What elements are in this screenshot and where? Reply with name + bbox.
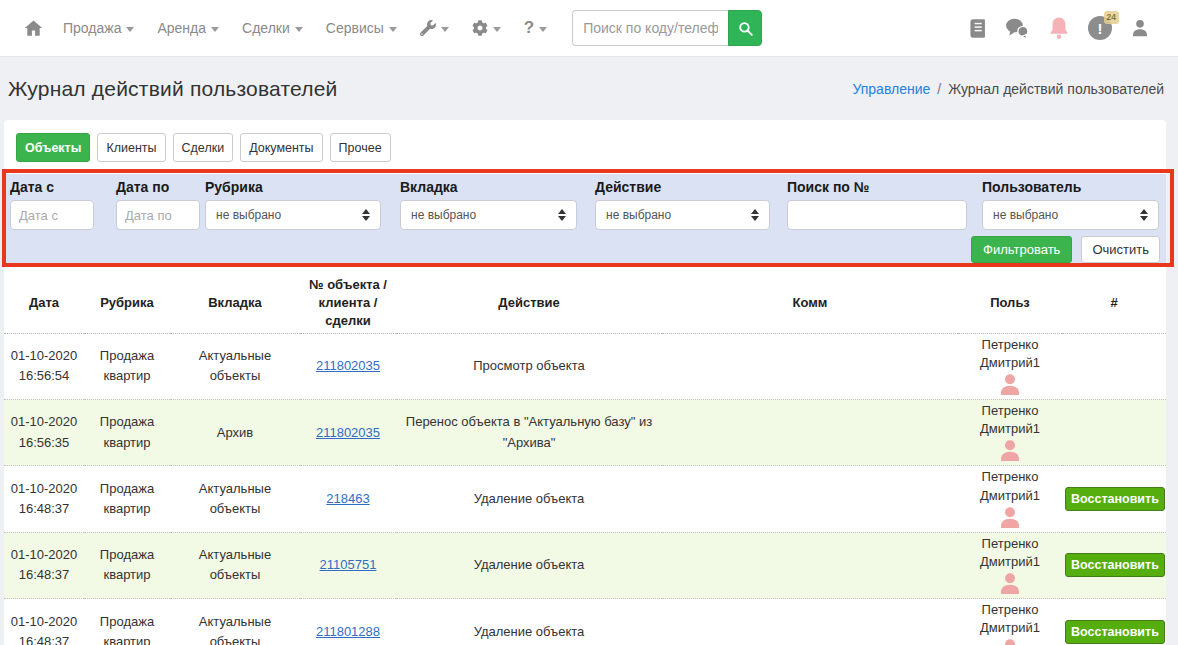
log-tabs: Объекты Клиенты Сделки Документы Прочее <box>4 120 1166 162</box>
select-arrows-icon <box>558 209 566 221</box>
clear-button[interactable]: Очистить <box>1081 236 1160 263</box>
tab-other[interactable]: Прочее <box>330 133 391 162</box>
chat-icon[interactable] <box>1004 17 1030 39</box>
col-rubric: Рубрика <box>84 274 170 333</box>
col-user: Польз <box>958 274 1062 333</box>
nav-menu-sales[interactable]: Продажа <box>63 20 134 36</box>
search-button[interactable] <box>728 10 762 46</box>
tab-documents[interactable]: Документы <box>240 133 322 162</box>
filter-button[interactable]: Фильтровать <box>971 236 1072 263</box>
user-filter-label: Пользователь <box>982 179 1159 195</box>
nav-menu-deals[interactable]: Сделки <box>242 20 303 36</box>
user-person-icon <box>961 638 1059 645</box>
object-link[interactable]: 211801288 <box>316 624 380 639</box>
notifications-bell-icon[interactable] <box>1048 16 1070 40</box>
breadcrumb-link-management[interactable]: Управление <box>852 81 930 97</box>
alerts-icon[interactable]: ! 24 <box>1088 16 1112 40</box>
user-select[interactable]: не выбрано <box>982 200 1159 230</box>
chevron-down-icon <box>493 27 501 32</box>
object-link[interactable]: 218463 <box>326 491 369 506</box>
col-action: Действие <box>396 274 662 333</box>
journal-icon[interactable] <box>969 18 986 39</box>
rubric-select[interactable]: не выбрано <box>205 200 381 230</box>
user-person-icon <box>961 373 1059 397</box>
rubric-label: Рубрика <box>205 179 381 195</box>
search-input[interactable] <box>572 10 728 46</box>
tab-deals[interactable]: Сделки <box>173 133 234 162</box>
chevron-down-icon <box>211 27 219 32</box>
nav-menu-services[interactable]: Сервисы <box>326 20 397 36</box>
table-row: 01-10-2020 16:56:54 Продажа квартир Акту… <box>4 333 1166 399</box>
date-to-input[interactable] <box>116 200 200 230</box>
select-arrows-icon <box>1140 209 1148 221</box>
tab-filter-label: Вкладка <box>400 179 577 195</box>
user-profile-icon[interactable] <box>1130 18 1150 38</box>
top-navbar: Продажа Аренда Сделки Сервисы ? <box>0 0 1178 57</box>
table-header-row: Дата Рубрика Вкладка № объекта / клиента… <box>4 274 1166 333</box>
col-tab: Вкладка <box>170 274 300 333</box>
chevron-down-icon <box>389 27 397 32</box>
chevron-down-icon <box>441 27 449 32</box>
search-icon <box>737 20 754 37</box>
user-person-icon <box>961 506 1059 530</box>
table-row: 01-10-2020 16:48:37 Продажа квартир Акту… <box>4 466 1166 532</box>
user-person-icon <box>961 572 1059 596</box>
restore-button[interactable]: Восстановить <box>1065 487 1165 511</box>
restore-button[interactable]: Восстановить <box>1065 620 1165 644</box>
breadcrumb: Управление / Журнал действий пользовател… <box>852 81 1164 97</box>
filter-panel: Дата с Дата по Рубрика не выбрано Вкладк… <box>4 174 1166 263</box>
chevron-down-icon <box>295 27 303 32</box>
number-search-input[interactable] <box>787 200 967 230</box>
date-from-input[interactable] <box>10 200 94 230</box>
table-row: 01-10-2020 16:48:37 Продажа квартир Акту… <box>4 599 1166 645</box>
object-link[interactable]: 21105751 <box>320 557 377 572</box>
col-date: Дата <box>4 274 84 333</box>
table-row: 01-10-2020 16:48:37 Продажа квартир Акту… <box>4 532 1166 598</box>
number-search-label: Поиск по № <box>787 179 967 195</box>
page-head: Журнал действий пользователей Управление… <box>0 57 1178 120</box>
content-card: Объекты Клиенты Сделки Документы Прочее … <box>4 120 1166 645</box>
tab-select[interactable]: не выбрано <box>400 200 577 230</box>
col-number: № объекта / клиента / сделки <box>300 274 396 333</box>
object-link[interactable]: 211802035 <box>316 358 380 373</box>
navbar-search <box>572 10 762 46</box>
chevron-down-icon <box>539 27 547 32</box>
nav-menu-rent[interactable]: Аренда <box>157 20 219 36</box>
page-title: Журнал действий пользователей <box>8 77 338 101</box>
table-row: 01-10-2020 16:56:35 Продажа квартир Архи… <box>4 399 1166 465</box>
date-from-label: Дата с <box>10 179 94 195</box>
tab-objects[interactable]: Объекты <box>16 133 90 162</box>
nav-menu-help[interactable]: ? <box>524 18 547 38</box>
object-link[interactable]: 211802035 <box>316 425 380 440</box>
wrench-icon <box>420 20 436 36</box>
actions-log-table: Дата Рубрика Вкладка № объекта / клиента… <box>4 274 1166 645</box>
nav-menu-settings[interactable] <box>472 20 501 36</box>
nav-menu-tools[interactable] <box>420 20 449 36</box>
restore-button[interactable]: Восстановить <box>1065 553 1165 577</box>
action-select[interactable]: не выбрано <box>595 200 770 230</box>
col-comment: Комм <box>662 274 958 333</box>
chevron-down-icon <box>126 27 134 32</box>
select-arrows-icon <box>751 209 759 221</box>
select-arrows-icon <box>362 209 370 221</box>
gear-icon <box>472 20 488 36</box>
tab-clients[interactable]: Клиенты <box>97 133 165 162</box>
alerts-badge: 24 <box>1104 11 1119 24</box>
action-label: Действие <box>595 179 770 195</box>
date-to-label: Дата по <box>116 179 200 195</box>
user-person-icon <box>961 439 1059 463</box>
col-restore: # <box>1062 274 1166 333</box>
help-icon: ? <box>524 18 534 38</box>
home-icon[interactable] <box>24 19 43 38</box>
navbar-right-icons: ! 24 <box>969 16 1158 40</box>
